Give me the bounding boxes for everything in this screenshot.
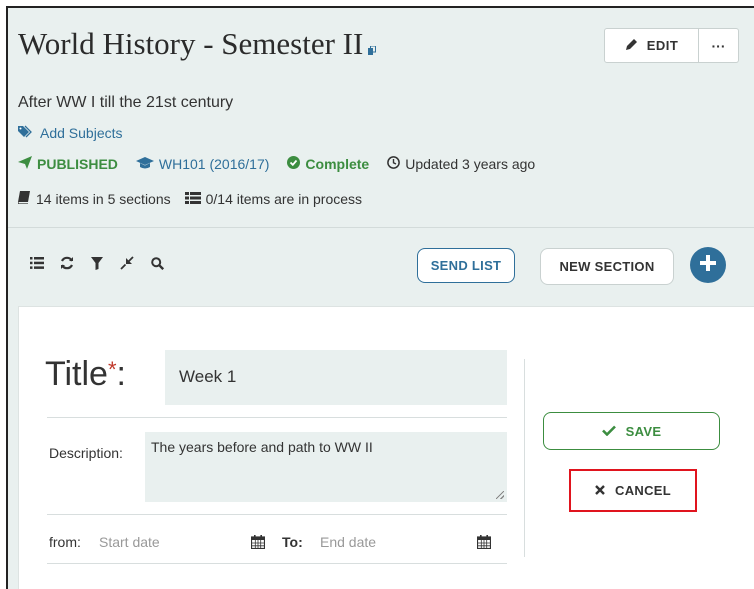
edit-button[interactable]: EDIT [604,28,699,63]
title-label-text: Title [45,355,108,393]
search-icon[interactable] [150,256,164,270]
plus-icon [700,254,716,276]
add-item-button[interactable] [690,247,726,283]
section-edit-form: Title * : Week 1 Description: The years … [18,306,754,589]
title-label: Title * : [45,355,126,394]
divider [47,514,507,515]
calendar-icon[interactable] [250,535,266,550]
items-count: 14 items in 5 sections [36,191,171,207]
calendar-icon[interactable] [476,535,492,550]
send-list-button[interactable]: SEND LIST [417,248,515,283]
filter-icon[interactable] [90,256,104,270]
list-icon[interactable] [30,256,44,270]
list-toolbar [30,256,164,270]
status-row: PUBLISHED WH101 (2016/17) Complete Updat… [18,156,535,172]
refresh-icon[interactable] [60,256,74,270]
published-status: PUBLISHED [37,156,118,172]
copy-icon[interactable] [368,45,377,58]
collapse-icon[interactable] [120,256,134,270]
divider [47,563,507,564]
list-description: After WW I till the 21st century [18,94,234,111]
end-date-input[interactable]: End date [320,534,376,550]
more-icon: ··· [711,37,726,54]
more-options-button[interactable]: ··· [699,28,739,63]
required-mark: * [107,357,117,382]
add-subjects-label: Add Subjects [40,125,123,141]
tags-icon [18,125,34,141]
pencil-icon [625,38,638,54]
title-input[interactable]: Week 1 [165,350,507,405]
add-subjects-link[interactable]: Add Subjects [18,125,123,141]
description-value: The years before and path to WW II [151,439,373,455]
description-textarea[interactable]: The years before and path to WW II [145,432,507,502]
description-label: Description: [49,445,123,461]
items-row: 14 items in 5 sections 0/14 items are in… [17,191,363,207]
to-label: To: [282,534,303,550]
from-label: from: [49,534,81,550]
course-link[interactable]: WH101 (2016/17) [159,156,270,172]
page-title: World History - Semester II [18,26,377,62]
graduation-cap-icon [135,156,154,172]
process-count: 0/14 items are in process [205,191,363,207]
vertical-divider [524,359,525,557]
title-input-value: Week 1 [179,367,237,386]
divider [47,417,507,418]
new-section-button[interactable]: NEW SECTION [540,248,674,285]
check-icon [601,424,616,439]
title-colon: : [116,355,126,393]
save-label: SAVE [625,423,662,439]
save-button[interactable]: SAVE [543,412,720,450]
close-icon [595,483,605,498]
paper-plane-icon [18,156,32,172]
check-circle-icon [287,156,301,172]
edit-label: EDIT [646,38,679,53]
book-icon [17,191,31,207]
send-list-label: SEND LIST [430,258,502,273]
list-panel: World History - Semester II EDIT ··· Aft… [6,6,754,589]
updated-time: Updated 3 years ago [405,156,536,172]
page-title-text: World History - Semester II [18,26,364,61]
new-section-label: NEW SECTION [559,259,655,274]
tasks-icon [184,191,201,207]
divider [8,227,754,228]
complete-status: Complete [305,156,370,172]
clock-icon [387,156,401,172]
cancel-label: CANCEL [615,483,671,498]
start-date-input[interactable]: Start date [99,534,160,550]
cancel-button[interactable]: CANCEL [569,469,697,512]
resize-handle[interactable] [496,491,504,499]
